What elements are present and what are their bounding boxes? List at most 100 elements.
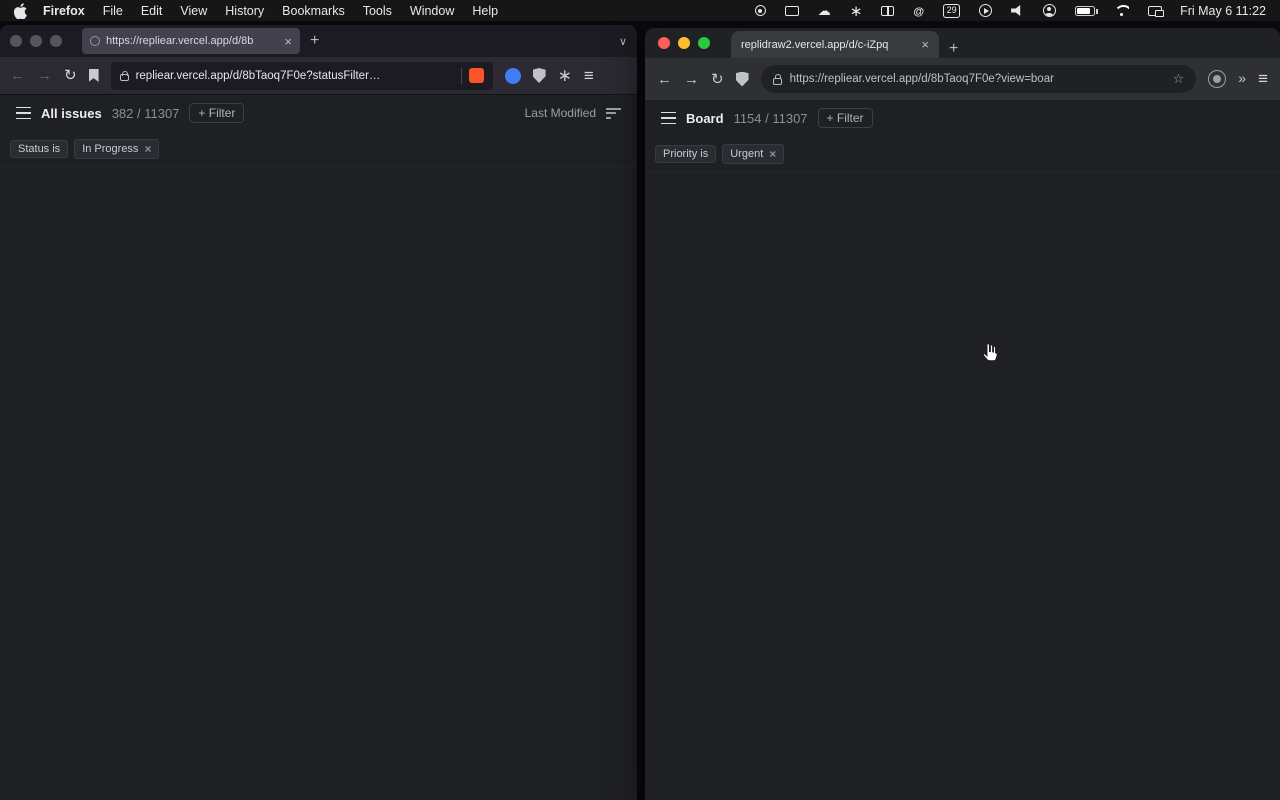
sort-icon[interactable] [606, 108, 621, 119]
tab-favicon-icon [90, 36, 100, 46]
user-circle-icon[interactable] [1043, 4, 1056, 17]
reload-button[interactable] [711, 72, 724, 87]
menubar-clock[interactable]: Fri May 6 11:22 [1180, 4, 1266, 18]
display-icon[interactable] [785, 6, 799, 16]
filter-value-label: Urgent [730, 148, 763, 160]
menubar-item[interactable]: Edit [141, 4, 163, 18]
tab-strip: https://repliear.vercel.app/d/8b [0, 25, 637, 57]
filter-bar: Priority is Urgent [645, 136, 1280, 172]
profile-icon[interactable] [1208, 70, 1226, 88]
volume-icon[interactable] [1011, 5, 1024, 16]
url-text: repliear.vercel.app/d/8bTaoq7F0e?statusF… [136, 70, 454, 82]
filter-bar: Status is In Progress [0, 131, 637, 167]
filter-value-label: In Progress [82, 143, 138, 155]
repliear-list-page: All issues 382 / 11307 + Filter Last Mod… [0, 95, 637, 167]
filter-field-label: Priority is [663, 148, 708, 160]
minimize-window-button[interactable] [678, 37, 690, 49]
at-circle-icon[interactable] [913, 4, 924, 18]
menubar-item[interactable]: Bookmarks [282, 4, 345, 18]
app-menu-icon[interactable] [661, 112, 676, 124]
apple-menu-icon[interactable] [14, 3, 27, 19]
divider [461, 68, 462, 84]
back-button[interactable] [657, 72, 672, 87]
bookmark-star-icon[interactable] [1173, 70, 1185, 88]
sort-label[interactable]: Last Modified [525, 106, 596, 120]
url-text: https://repliear.vercel.app/d/8bTaoq7F0e… [790, 73, 1165, 85]
minimize-window-button[interactable] [30, 35, 42, 47]
tab-title: https://repliear.vercel.app/d/8b [106, 35, 278, 47]
filter-field-chip: Priority is [655, 145, 716, 163]
url-bar[interactable]: https://repliear.vercel.app/d/8bTaoq7F0e… [761, 65, 1197, 93]
close-window-button[interactable] [10, 35, 22, 47]
repliear-board-page: Board 1154 / 11307 + Filter Priority is … [645, 100, 1280, 172]
browser-tab[interactable]: https://repliear.vercel.app/d/8b [82, 28, 300, 54]
lock-icon [120, 74, 129, 81]
new-tab-button[interactable] [310, 32, 319, 50]
menubar-app-name[interactable]: Firefox [43, 4, 85, 18]
remove-filter-icon[interactable] [144, 142, 151, 156]
url-bar[interactable]: repliear.vercel.app/d/8bTaoq7F0e?statusF… [111, 62, 493, 90]
app-menu-icon[interactable] [16, 107, 31, 119]
issue-count: 382 / 11307 [112, 106, 180, 121]
tracking-protection-icon[interactable] [533, 68, 546, 83]
page-title: All issues [41, 106, 102, 121]
extension-shield-icon[interactable] [469, 68, 484, 83]
page-header: All issues 382 / 11307 + Filter Last Mod… [0, 95, 637, 131]
kanban-board: Backlog 351 Bug: App is unresponsive… Im… [645, 172, 1280, 192]
window-controls [658, 37, 710, 49]
page-header: Board 1154 / 11307 + Filter [645, 100, 1280, 136]
forward-button[interactable] [37, 68, 52, 83]
overflow-chevrons-icon[interactable] [1238, 70, 1246, 88]
back-button[interactable] [10, 68, 25, 83]
screen-mirroring-icon[interactable] [1148, 6, 1162, 16]
menubar-status-area: 29 Fri May 6 11:22 [736, 2, 1266, 20]
screen-record-icon[interactable] [755, 5, 766, 16]
tab-list-chevron-icon[interactable] [619, 32, 627, 50]
forward-button[interactable] [684, 72, 699, 87]
browser-menu-icon[interactable] [584, 66, 594, 86]
menubar-item[interactable]: Window [410, 4, 454, 18]
calendar-badge[interactable]: 29 [943, 4, 960, 18]
menubar-item[interactable]: History [225, 4, 264, 18]
filter-value-chip[interactable]: In Progress [74, 139, 159, 159]
close-window-button[interactable] [658, 37, 670, 49]
tab-close-icon[interactable] [284, 34, 292, 49]
menubar-menus: File Edit View History Bookmarks Tools Window H… [103, 4, 498, 18]
issue-count: 1154 / 11307 [734, 111, 808, 126]
zoom-window-button[interactable] [698, 37, 710, 49]
wifi-icon[interactable] [1114, 5, 1129, 16]
bookmark-icon[interactable] [89, 69, 99, 82]
cloud-icon[interactable] [818, 3, 831, 19]
browser-toolbar: repliear.vercel.app/d/8bTaoq7F0e?statusF… [0, 57, 637, 95]
play-circle-icon[interactable] [979, 4, 992, 17]
blue-extension-icon[interactable] [505, 68, 521, 84]
zoom-window-button[interactable] [50, 35, 62, 47]
lock-icon [773, 78, 782, 85]
menubar-item[interactable]: File [103, 4, 123, 18]
add-filter-button[interactable]: + Filter [818, 108, 873, 128]
shield-icon[interactable] [736, 72, 749, 87]
reload-button[interactable] [64, 68, 77, 83]
tab-close-icon[interactable] [921, 37, 929, 52]
menubar-item[interactable]: Help [472, 4, 498, 18]
browser-menu-icon[interactable] [1258, 69, 1268, 89]
browser-tab[interactable]: replidraw2.vercel.app/d/c-iZpq [731, 31, 939, 58]
menubar: Firefox File Edit View History Bookmarks Tool… [0, 0, 1280, 21]
battery-icon[interactable] [1075, 6, 1095, 16]
filter-field-label: Status is [18, 143, 60, 155]
add-filter-button[interactable]: + Filter [189, 103, 244, 123]
menubar-item[interactable]: View [180, 4, 207, 18]
firefox-window: https://repliear.vercel.app/d/8b repliea… [0, 25, 637, 800]
tab-title: replidraw2.vercel.app/d/c-iZpq [741, 39, 913, 51]
remove-filter-icon[interactable] [769, 147, 776, 161]
new-tab-button[interactable] [949, 40, 958, 58]
page-title: Board [686, 111, 724, 126]
asterisk-icon[interactable] [850, 2, 863, 20]
tab-strip: replidraw2.vercel.app/d/c-iZpq [645, 28, 1280, 58]
window-manager-icon[interactable] [881, 6, 894, 16]
filter-field-chip: Status is [10, 140, 68, 158]
menubar-item[interactable]: Tools [363, 4, 392, 18]
board-browser-window: replidraw2.vercel.app/d/c-iZpq https://r… [645, 28, 1280, 800]
filter-value-chip[interactable]: Urgent [722, 144, 784, 164]
extensions-icon[interactable] [558, 66, 572, 86]
